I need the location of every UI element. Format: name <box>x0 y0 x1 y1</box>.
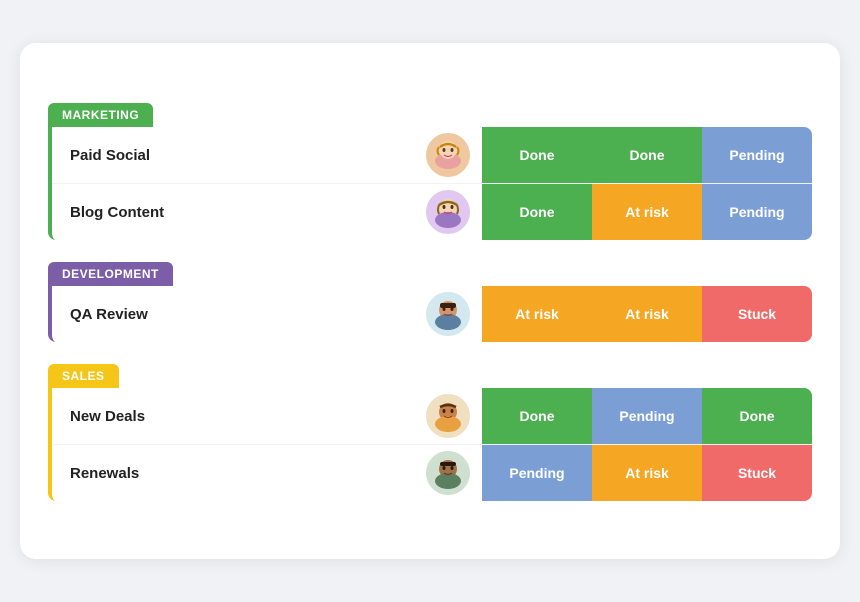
row-label-blog-content: Blog Content <box>52 184 426 240</box>
main-card: MARKETINGPaid Social DoneDonePendingBlog… <box>20 43 840 559</box>
status-badge[interactable]: Done <box>482 127 592 183</box>
row-statuses: DoneDonePending <box>482 127 812 183</box>
group-marketing: MARKETINGPaid Social DoneDonePendingBlog… <box>48 103 812 240</box>
avatar <box>426 133 470 177</box>
group-header-marketing: MARKETING <box>48 103 153 127</box>
status-badge[interactable]: At risk <box>592 445 702 501</box>
status-badge[interactable]: Done <box>482 184 592 240</box>
table-row[interactable]: Paid Social DoneDonePending <box>52 127 812 184</box>
table-row[interactable]: New Deals DonePendingDone <box>52 388 812 445</box>
status-badge[interactable]: At risk <box>592 184 702 240</box>
row-label-text: Blog Content <box>70 204 164 221</box>
row-label-text: Paid Social <box>70 147 150 164</box>
group-body-marketing: Paid Social DoneDonePendingBlog Content … <box>48 127 812 240</box>
row-statuses: DonePendingDone <box>482 388 812 444</box>
status-badge[interactable]: Stuck <box>702 286 812 342</box>
group-header-development: DEVELOPMENT <box>48 262 173 286</box>
avatar <box>426 292 470 336</box>
status-badge[interactable]: Pending <box>482 445 592 501</box>
status-badge[interactable]: Stuck <box>702 445 812 501</box>
avatar <box>426 451 470 495</box>
status-badge[interactable]: Pending <box>592 388 702 444</box>
row-statuses: DoneAt riskPending <box>482 184 812 240</box>
table-row[interactable]: Renewals PendingAt riskStuck <box>52 445 812 501</box>
avatar <box>426 394 470 438</box>
row-label-new-deals: New Deals <box>52 388 426 444</box>
row-statuses: At riskAt riskStuck <box>482 286 812 342</box>
row-label-qa-review: QA Review <box>52 286 426 342</box>
group-header-sales: SALES <box>48 364 119 388</box>
status-badge[interactable]: At risk <box>592 286 702 342</box>
table-row[interactable]: QA Review At riskAt riskStuck <box>52 286 812 342</box>
group-sales: SALESNew Deals DonePendingDoneRenewals P… <box>48 364 812 501</box>
status-badge[interactable]: Done <box>702 388 812 444</box>
row-label-paid-social: Paid Social <box>52 127 426 183</box>
group-body-development: QA Review At riskAt riskStuck <box>48 286 812 342</box>
row-label-renewals: Renewals <box>52 445 426 501</box>
status-badge[interactable]: Pending <box>702 184 812 240</box>
status-badge[interactable]: At risk <box>482 286 592 342</box>
status-badge[interactable]: Pending <box>702 127 812 183</box>
row-label-text: Renewals <box>70 465 139 482</box>
row-label-text: QA Review <box>70 306 148 323</box>
group-development: DEVELOPMENTQA Review At riskAt riskStuck <box>48 262 812 342</box>
group-body-sales: New Deals DonePendingDoneRenewals Pendin… <box>48 388 812 501</box>
status-badge[interactable]: Done <box>482 388 592 444</box>
table-row[interactable]: Blog Content DoneAt riskPending <box>52 184 812 240</box>
avatar <box>426 190 470 234</box>
row-statuses: PendingAt riskStuck <box>482 445 812 501</box>
status-badge[interactable]: Done <box>592 127 702 183</box>
row-label-text: New Deals <box>70 408 145 425</box>
